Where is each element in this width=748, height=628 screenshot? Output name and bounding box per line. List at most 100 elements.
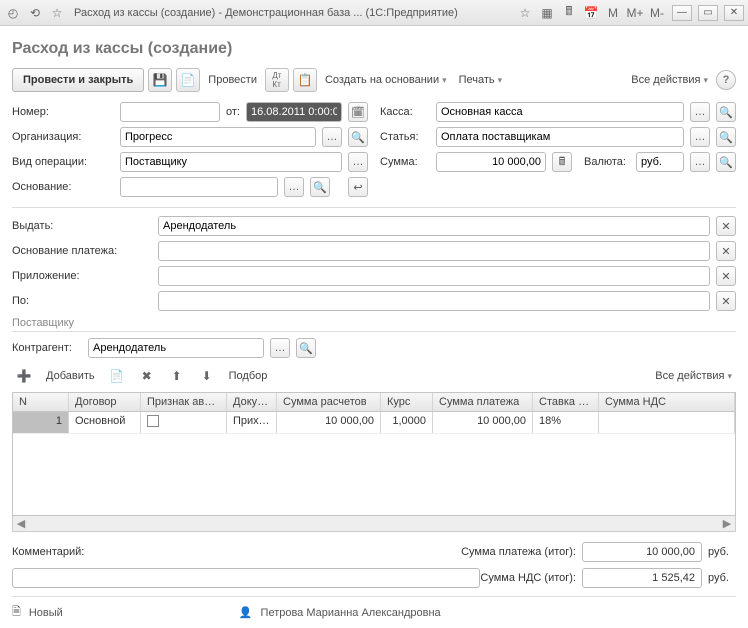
print-menu[interactable]: Печать — [455, 74, 507, 86]
doc-status: Новый — [29, 607, 63, 619]
optype-input[interactable] — [120, 152, 342, 172]
dt-icon[interactable]: ДтКт — [265, 68, 289, 92]
currency-input[interactable] — [636, 152, 684, 172]
m-icon[interactable]: M — [604, 4, 622, 22]
org-open-icon[interactable]: 🔍 — [348, 127, 368, 147]
footer: 🗎 Новый 👤 Петрова Марианна Александровна — [12, 596, 736, 622]
from-label: от: — [226, 106, 240, 118]
article-open-icon[interactable]: 🔍 — [716, 127, 736, 147]
post-close-button[interactable]: Провести и закрыть — [12, 68, 144, 92]
attachment-input[interactable] — [158, 266, 710, 286]
kassa-select-icon[interactable]: … — [690, 102, 710, 122]
number-label: Номер: — [12, 106, 114, 118]
col-n[interactable]: N — [13, 393, 69, 411]
date-picker-icon[interactable]: 🗓 — [348, 102, 368, 122]
pick-button[interactable]: Подбор — [225, 370, 272, 382]
give-label: Выдать: — [12, 220, 152, 232]
main-toolbar: Провести и закрыть 💾 📄 Провести ДтКт 📋 С… — [12, 68, 736, 92]
window-title: Расход из кассы (создание) - Демонстраци… — [74, 7, 458, 19]
page-title: Расход из кассы (создание) — [12, 40, 736, 58]
col-doc[interactable]: Доку… — [227, 393, 277, 411]
grid-icon[interactable]: ▦ — [538, 4, 556, 22]
org-select-icon[interactable]: … — [322, 127, 342, 147]
close-button[interactable]: ✕ — [724, 5, 744, 21]
post-link[interactable]: Провести — [204, 74, 261, 86]
calendar-icon[interactable]: 📅 — [582, 4, 600, 22]
delete-icon[interactable]: ✖ — [135, 364, 159, 388]
sum-nds-total-value[interactable]: 1 525,42 — [582, 568, 702, 588]
unit1: руб. — [708, 546, 736, 558]
titlebar: ◴ ⟲ ☆ Расход из кассы (создание) - Демон… — [0, 0, 748, 26]
currency-select-icon[interactable]: … — [690, 152, 710, 172]
back-icon[interactable]: ⟲ — [26, 4, 44, 22]
supplier-group-title: Поставщику — [12, 317, 736, 329]
sum-plat-total-value[interactable]: 10 000,00 — [582, 542, 702, 562]
basis-input[interactable] — [120, 177, 278, 197]
m-plus-icon[interactable]: M+ — [626, 4, 644, 22]
contragent-input[interactable] — [88, 338, 264, 358]
post-icon[interactable]: 📄 — [176, 68, 200, 92]
star-outline-icon[interactable]: ☆ — [48, 4, 66, 22]
move-up-icon[interactable]: ⬆ — [165, 364, 189, 388]
contragent-select-icon[interactable]: … — [270, 338, 290, 358]
article-input[interactable] — [436, 127, 684, 147]
add-button[interactable]: Добавить — [42, 370, 99, 382]
pay-basis-label: Основание платежа: — [12, 245, 152, 257]
comment-input[interactable] — [12, 568, 480, 588]
org-label: Организация: — [12, 131, 114, 143]
contragent-open-icon[interactable]: 🔍 — [296, 338, 316, 358]
col-kurs[interactable]: Курс — [381, 393, 433, 411]
col-sum-plat[interactable]: Сумма платежа — [433, 393, 533, 411]
move-down-icon[interactable]: ⬇ — [195, 364, 219, 388]
help-button[interactable]: ? — [716, 70, 736, 90]
save-icon[interactable]: 💾 — [148, 68, 172, 92]
maximize-button[interactable]: ▭ — [698, 5, 718, 21]
currency-open-icon[interactable]: 🔍 — [716, 152, 736, 172]
doc-icon[interactable]: 📋 — [293, 68, 317, 92]
article-select-icon[interactable]: … — [690, 127, 710, 147]
pay-basis-clear-icon[interactable]: ✕ — [716, 241, 736, 261]
sum-input[interactable] — [436, 152, 546, 172]
org-input[interactable] — [120, 127, 316, 147]
kassa-input[interactable] — [436, 102, 684, 122]
m-minus-icon[interactable]: M- — [648, 4, 666, 22]
comment-label: Комментарий: — [12, 546, 84, 558]
basis-select-icon[interactable]: … — [284, 177, 304, 197]
contragent-label: Контрагент: — [12, 342, 82, 354]
number-input[interactable] — [120, 102, 220, 122]
calc-icon[interactable]: 🖩 — [560, 4, 578, 22]
col-sum-rasch[interactable]: Сумма расчетов — [277, 393, 381, 411]
basis-label: Основание: — [12, 181, 114, 193]
attachment-clear-icon[interactable]: ✕ — [716, 266, 736, 286]
basis-open-icon[interactable]: 🔍 — [310, 177, 330, 197]
col-stavka-nds[interactable]: Ставка Н… — [533, 393, 599, 411]
payments-grid[interactable]: N Договор Признак ав… Доку… Сумма расчет… — [12, 392, 736, 516]
col-dogovor[interactable]: Договор — [69, 393, 141, 411]
table-row[interactable]: 1ОсновнойПрихо…10 000,001,000010 000,001… — [13, 412, 735, 434]
col-sum-nds[interactable]: Сумма НДС — [599, 393, 735, 411]
sum-plat-total-label: Сумма платежа (итог): — [461, 546, 576, 558]
calc-icon[interactable]: 🖩 — [552, 152, 572, 172]
all-actions-menu[interactable]: Все действия — [627, 74, 712, 86]
col-priznak[interactable]: Признак ав… — [141, 393, 227, 411]
optype-select-icon[interactable]: … — [348, 152, 368, 172]
date-input[interactable] — [246, 102, 342, 122]
kassa-open-icon[interactable]: 🔍 — [716, 102, 736, 122]
grid-scrollbar[interactable]: ◀▶ — [12, 516, 736, 532]
grid-all-actions-menu[interactable]: Все действия — [651, 370, 736, 382]
article-label: Статья: — [380, 131, 430, 143]
by-clear-icon[interactable]: ✕ — [716, 291, 736, 311]
minimize-button[interactable]: — — [672, 5, 692, 21]
by-input[interactable] — [158, 291, 710, 311]
star-icon[interactable]: ☆ — [516, 4, 534, 22]
give-clear-icon[interactable]: ✕ — [716, 216, 736, 236]
grid-header: N Договор Признак ав… Доку… Сумма расчет… — [13, 393, 735, 412]
checkbox[interactable] — [147, 415, 159, 427]
unit2: руб. — [708, 572, 736, 584]
give-input[interactable] — [158, 216, 710, 236]
copy-icon[interactable]: 📄 — [105, 364, 129, 388]
create-based-menu[interactable]: Создать на основании — [321, 74, 451, 86]
add-icon[interactable]: ➕ — [12, 364, 36, 388]
pay-basis-input[interactable] — [158, 241, 710, 261]
basis-refresh-icon[interactable]: ↩ — [348, 177, 368, 197]
